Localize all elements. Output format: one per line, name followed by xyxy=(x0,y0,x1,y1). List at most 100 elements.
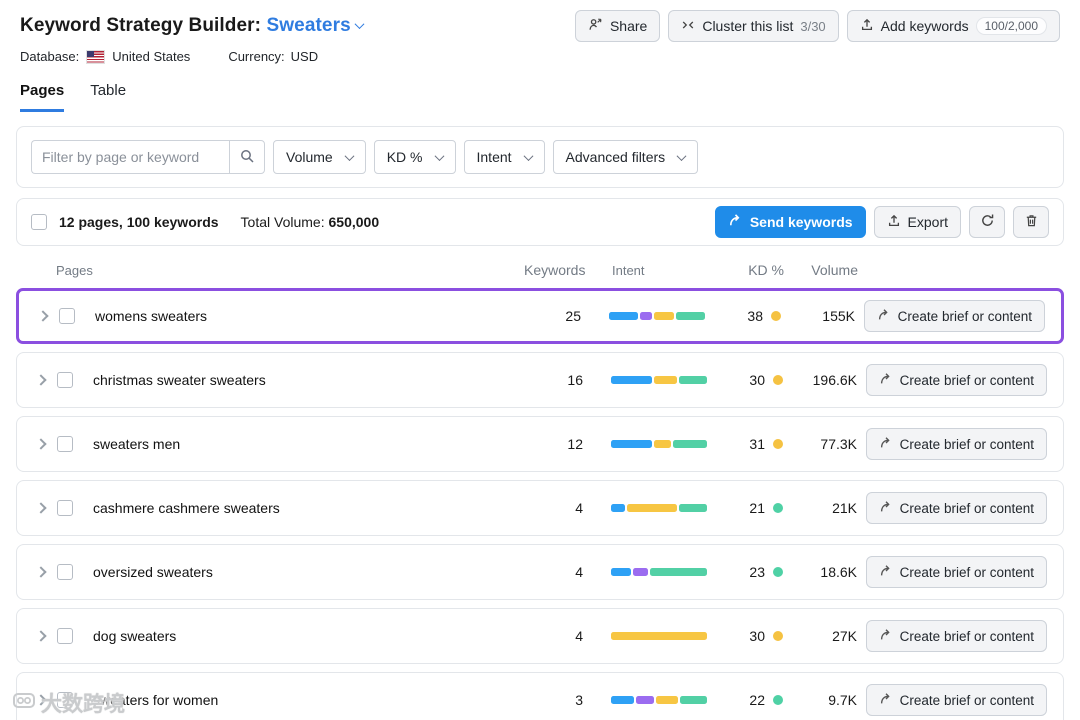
create-brief-button[interactable]: Create brief or content xyxy=(866,684,1047,716)
row-checkbox[interactable] xyxy=(57,628,73,644)
row-kd: 38 xyxy=(747,308,763,324)
row-keywords: 3 xyxy=(523,692,583,708)
row-checkbox[interactable] xyxy=(57,372,73,388)
intent-filter-dropdown[interactable]: Intent xyxy=(464,140,545,174)
intent-segment-informational xyxy=(611,568,631,576)
delete-button[interactable] xyxy=(1013,206,1049,238)
create-brief-arrow-icon xyxy=(879,500,893,517)
kd-dot xyxy=(773,503,783,513)
create-brief-button[interactable]: Create brief or content xyxy=(866,620,1047,652)
database-currency-row: Database: United States Currency: USD xyxy=(20,49,1060,64)
row-kd: 31 xyxy=(749,436,765,452)
row-checkbox[interactable] xyxy=(59,308,75,324)
volume-filter-dropdown[interactable]: Volume xyxy=(273,140,366,174)
send-keywords-label: Send keywords xyxy=(750,214,853,230)
intent-segment-transactional xyxy=(679,504,707,512)
database-label: Database: xyxy=(20,49,79,64)
row-keywords: 12 xyxy=(523,436,583,452)
expand-row-icon[interactable] xyxy=(37,310,48,321)
intent-bar xyxy=(611,504,707,512)
expand-row-icon[interactable] xyxy=(35,438,46,449)
chevron-down-icon xyxy=(434,151,444,161)
column-keywords[interactable]: Keywords xyxy=(524,262,584,278)
expand-row-icon[interactable] xyxy=(35,374,46,385)
refresh-button[interactable] xyxy=(969,206,1005,238)
tab-table[interactable]: Table xyxy=(90,82,126,112)
row-checkbox[interactable] xyxy=(57,692,73,708)
tab-pages[interactable]: Pages xyxy=(20,82,64,112)
row-volume: 27K xyxy=(787,628,857,644)
column-intent[interactable]: Intent xyxy=(612,263,722,278)
table-row[interactable]: sweaters men 12 31 77.3K Create brief or… xyxy=(16,416,1064,472)
row-keywords: 4 xyxy=(523,500,583,516)
expand-row-icon[interactable] xyxy=(35,694,46,705)
share-button[interactable]: Share xyxy=(575,10,660,42)
row-name: dog sweaters xyxy=(93,628,523,644)
create-brief-label: Create brief or content xyxy=(898,309,1032,324)
total-volume-value: 650,000 xyxy=(329,214,380,230)
volume-filter-label: Volume xyxy=(286,149,333,165)
cluster-count: 3/30 xyxy=(800,19,825,34)
create-brief-button[interactable]: Create brief or content xyxy=(864,300,1045,332)
currency-label: Currency: xyxy=(228,49,284,64)
share-label: Share xyxy=(610,18,647,34)
row-volume: 21K xyxy=(787,500,857,516)
row-checkbox[interactable] xyxy=(57,564,73,580)
create-brief-button[interactable]: Create brief or content xyxy=(866,492,1047,524)
intent-segment-transactional xyxy=(679,376,707,384)
export-button[interactable]: Export xyxy=(874,206,961,238)
keyword-list-selector[interactable]: Sweaters xyxy=(267,15,363,36)
create-brief-label: Create brief or content xyxy=(900,373,1034,388)
column-volume[interactable]: Volume xyxy=(788,262,858,278)
intent-segment-commercial xyxy=(656,696,679,704)
intent-segment-commercial xyxy=(654,376,677,384)
create-brief-button[interactable]: Create brief or content xyxy=(866,556,1047,588)
kd-filter-dropdown[interactable]: KD % xyxy=(374,140,456,174)
table-row[interactable]: christmas sweater sweaters 16 30 196.6K … xyxy=(16,352,1064,408)
intent-segment-informational xyxy=(611,696,634,704)
intent-segment-transactional xyxy=(680,696,707,704)
search-input[interactable] xyxy=(31,140,229,174)
create-brief-arrow-icon xyxy=(879,372,893,389)
search-button[interactable] xyxy=(229,140,265,174)
row-checkbox[interactable] xyxy=(57,436,73,452)
export-label: Export xyxy=(908,214,948,230)
intent-segment-navigational xyxy=(633,568,648,576)
export-icon xyxy=(887,214,901,231)
page-title: Keyword Strategy Builder: Sweaters xyxy=(20,15,363,37)
advanced-filters-dropdown[interactable]: Advanced filters xyxy=(553,140,699,174)
create-brief-button[interactable]: Create brief or content xyxy=(866,428,1047,460)
table-row[interactable]: oversized sweaters 4 23 18.6K Create bri… xyxy=(16,544,1064,600)
kd-dot xyxy=(773,631,783,641)
cluster-list-button[interactable]: Cluster this list 3/30 xyxy=(668,10,838,42)
table-row[interactable]: sweaters for women 3 22 9.7K Create brie… xyxy=(16,672,1064,720)
row-volume: 196.6K xyxy=(787,372,857,388)
kd-dot xyxy=(773,439,783,449)
refresh-icon xyxy=(980,213,995,231)
add-keywords-label: Add keywords xyxy=(881,18,969,34)
create-brief-arrow-icon xyxy=(879,436,893,453)
expand-row-icon[interactable] xyxy=(35,502,46,513)
table-row[interactable]: dog sweaters 4 30 27K Create brief or co… xyxy=(16,608,1064,664)
row-kd: 22 xyxy=(749,692,765,708)
column-kd[interactable]: KD % xyxy=(728,262,784,278)
add-keywords-count: 100/2,000 xyxy=(976,17,1047,35)
add-keywords-button[interactable]: Add keywords 100/2,000 xyxy=(847,10,1060,42)
table-row[interactable]: womens sweaters 25 38 155K Create brief … xyxy=(16,288,1064,344)
select-all-checkbox[interactable] xyxy=(31,214,47,230)
create-brief-arrow-icon xyxy=(879,628,893,645)
expand-row-icon[interactable] xyxy=(35,566,46,577)
expand-row-icon[interactable] xyxy=(35,630,46,641)
table-row[interactable]: cashmere cashmere sweaters 4 21 21K Crea… xyxy=(16,480,1064,536)
create-brief-label: Create brief or content xyxy=(900,629,1034,644)
row-checkbox[interactable] xyxy=(57,500,73,516)
chevron-down-icon xyxy=(523,151,533,161)
intent-segment-navigational xyxy=(636,696,654,704)
intent-bar xyxy=(611,568,707,576)
cluster-label: Cluster this list xyxy=(702,18,793,34)
row-name: womens sweaters xyxy=(95,308,521,324)
create-brief-button[interactable]: Create brief or content xyxy=(866,364,1047,396)
column-pages[interactable]: Pages xyxy=(56,263,524,278)
intent-filter-label: Intent xyxy=(477,149,512,165)
send-keywords-button[interactable]: Send keywords xyxy=(715,206,866,238)
